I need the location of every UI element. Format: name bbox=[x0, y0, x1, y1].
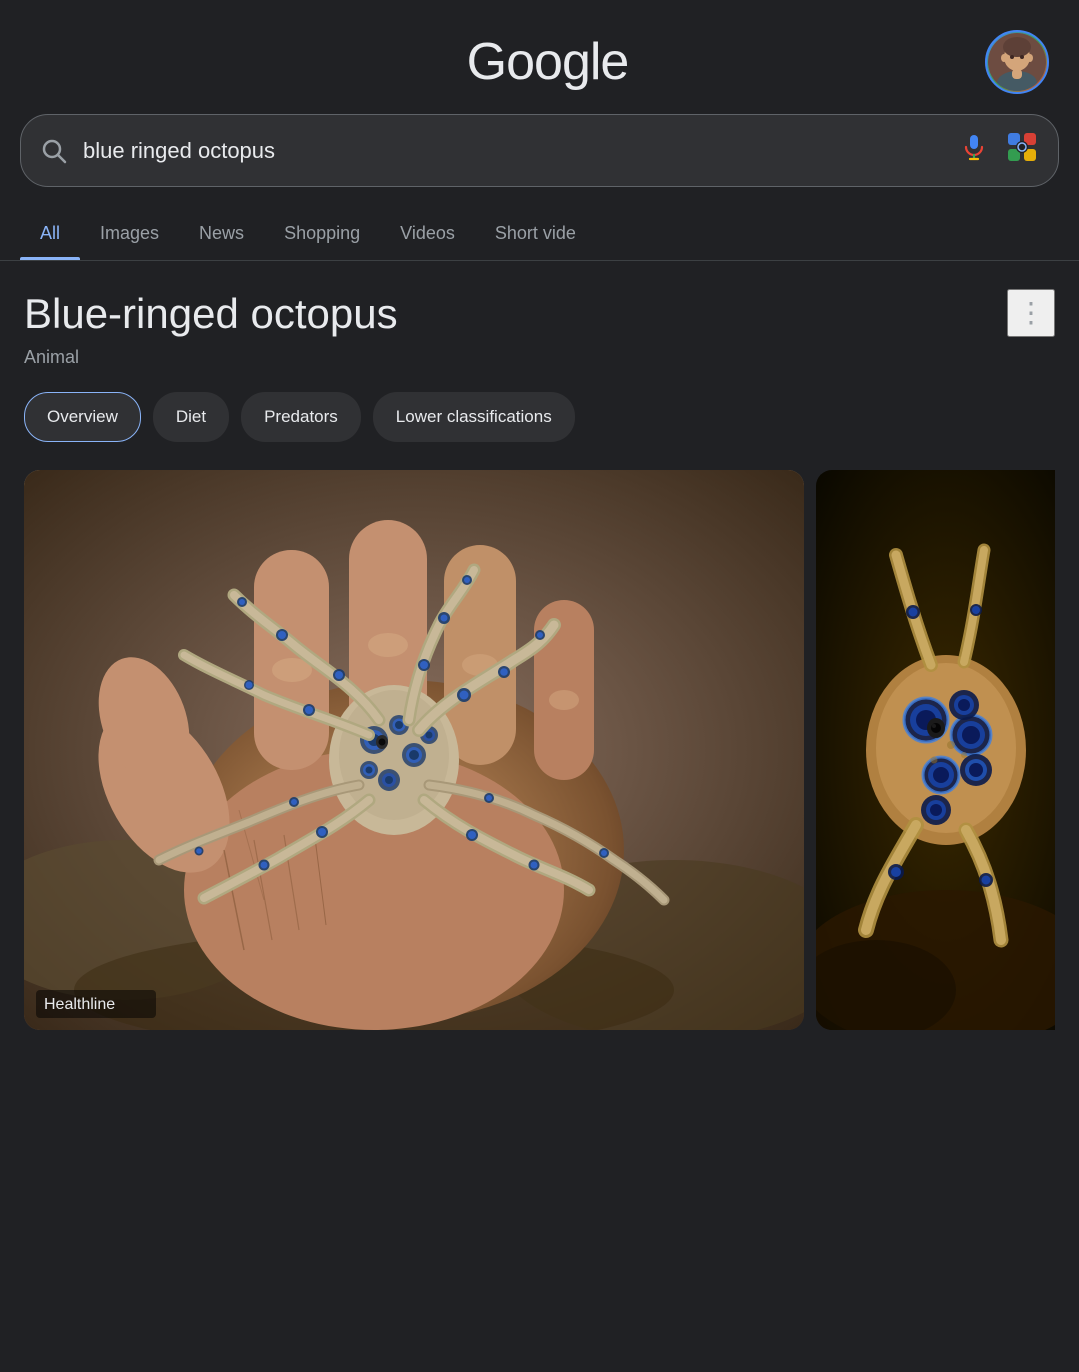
topic-pills-row: Overview Diet Predators Lower classifica… bbox=[24, 392, 1055, 442]
entity-title: Blue-ringed octopus bbox=[24, 289, 398, 339]
tab-images[interactable]: Images bbox=[80, 207, 179, 260]
pill-predators[interactable]: Predators bbox=[241, 392, 361, 442]
voice-search-icon[interactable] bbox=[960, 133, 988, 168]
tab-shopping[interactable]: Shopping bbox=[264, 207, 380, 260]
google-lens-icon[interactable] bbox=[1006, 131, 1038, 170]
entity-header: Blue-ringed octopus ⋮ bbox=[24, 289, 1055, 339]
knowledge-panel: Blue-ringed octopus ⋮ Animal Overview Di… bbox=[0, 261, 1079, 1030]
tab-news[interactable]: News bbox=[179, 207, 264, 260]
pill-lower-classifications[interactable]: Lower classifications bbox=[373, 392, 575, 442]
tab-short-videos[interactable]: Short vide bbox=[475, 207, 596, 260]
main-image[interactable]: Healthline bbox=[24, 470, 804, 1030]
search-right-icons bbox=[960, 131, 1038, 170]
pill-diet[interactable]: Diet bbox=[153, 392, 229, 442]
google-logo: Google bbox=[110, 32, 985, 92]
more-options-button[interactable]: ⋮ bbox=[1007, 289, 1055, 337]
search-input[interactable] bbox=[83, 138, 944, 164]
search-bar-container bbox=[0, 114, 1079, 207]
svg-text:Healthline: Healthline bbox=[44, 996, 115, 1013]
tab-all[interactable]: All bbox=[20, 207, 80, 260]
page-header: Google bbox=[0, 0, 1079, 114]
tab-videos[interactable]: Videos bbox=[380, 207, 475, 260]
entity-subtitle: Animal bbox=[24, 347, 1055, 368]
pill-overview[interactable]: Overview bbox=[24, 392, 141, 442]
images-section: Healthline bbox=[24, 470, 1055, 1030]
search-icon bbox=[41, 138, 67, 164]
side-image[interactable] bbox=[816, 470, 1055, 1030]
nav-tabs: All Images News Shopping Videos Short vi… bbox=[0, 207, 1079, 261]
search-bar[interactable] bbox=[20, 114, 1059, 187]
user-avatar[interactable] bbox=[985, 30, 1049, 94]
